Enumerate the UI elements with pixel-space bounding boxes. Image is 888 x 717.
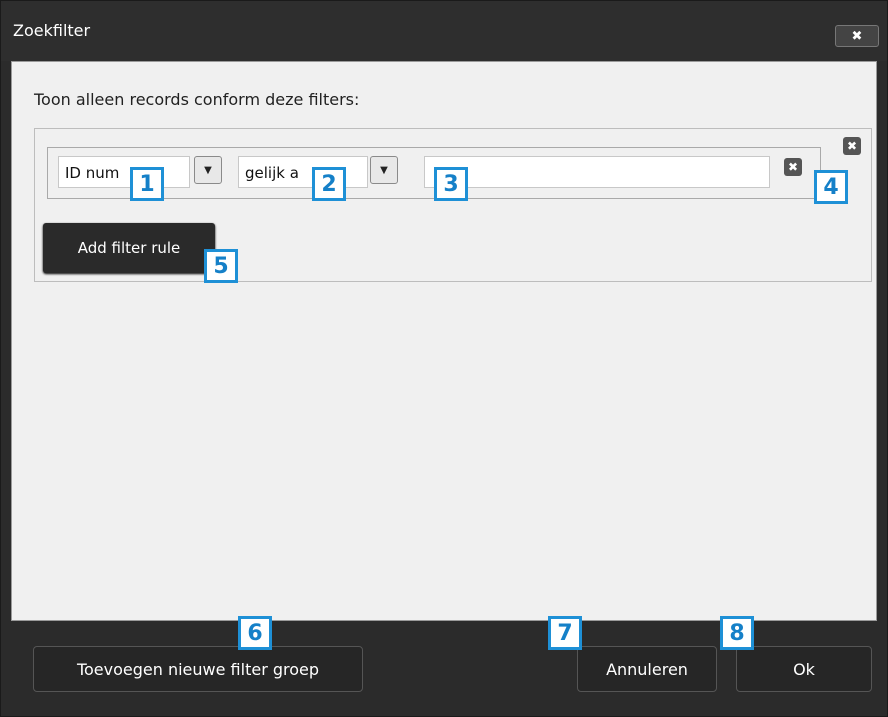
remove-group-icon: ✖	[846, 139, 858, 153]
operator-dropdown-button[interactable]: ▼	[370, 156, 398, 184]
callout-8: 8	[720, 616, 754, 650]
dialog-footer: Toevoegen nieuwe filter groep Annuleren …	[1, 621, 887, 716]
cancel-button[interactable]: Annuleren	[577, 646, 717, 692]
search-filter-dialog: Zoekfilter ✖ Toon alleen records conform…	[0, 0, 888, 717]
filter-value-input[interactable]	[424, 156, 770, 188]
remove-rule-icon: ✖	[787, 160, 799, 174]
callout-1: 1	[130, 167, 164, 201]
remove-group-button[interactable]: ✖	[843, 137, 861, 155]
field-select[interactable]: ID num	[58, 156, 190, 188]
close-button[interactable]: ✖	[835, 25, 879, 47]
operator-select[interactable]: gelijk a	[238, 156, 368, 188]
instruction-text: Toon alleen records conform deze filters…	[34, 90, 360, 109]
callout-2: 2	[312, 167, 346, 201]
field-dropdown-button[interactable]: ▼	[194, 156, 222, 184]
ok-button[interactable]: Ok	[736, 646, 872, 692]
remove-rule-button[interactable]: ✖	[784, 158, 802, 176]
chevron-down-icon: ▼	[380, 164, 388, 176]
close-icon: ✖	[851, 28, 863, 44]
filter-group: ✖ ID num ▼ gelijk a ▼ ✖ Add filter rule	[34, 128, 872, 282]
dialog-titlebar: Zoekfilter ✖	[1, 1, 887, 61]
dialog-content: Toon alleen records conform deze filters…	[11, 61, 877, 621]
callout-3: 3	[434, 167, 468, 201]
callout-6: 6	[238, 616, 272, 650]
callout-5: 5	[204, 249, 238, 283]
callout-7: 7	[548, 616, 582, 650]
add-filter-group-button[interactable]: Toevoegen nieuwe filter groep	[33, 646, 363, 692]
callout-4: 4	[814, 170, 848, 204]
add-filter-rule-button[interactable]: Add filter rule	[43, 223, 215, 273]
dialog-title: Zoekfilter	[13, 21, 91, 40]
chevron-down-icon: ▼	[204, 164, 212, 176]
